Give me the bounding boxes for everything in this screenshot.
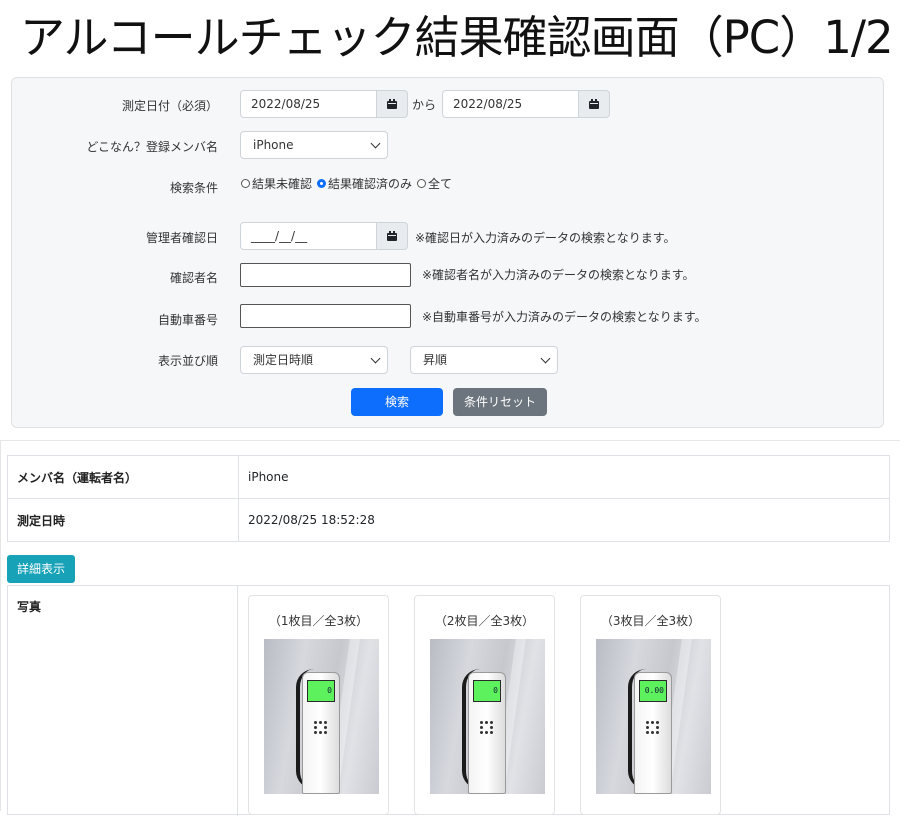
date-from-group: 2022/08/25 (240, 90, 408, 118)
date-to-input[interactable]: 2022/08/25 (442, 90, 579, 118)
calendar-icon (387, 231, 397, 241)
photo-row: 写真 （1枚目／全3枚） 0 （2枚目／全3枚） 0 （3枚目／全3枚） 0.0… (7, 585, 890, 816)
table-row: メンバ名（運転者名） iPhone (7, 455, 890, 499)
breathalyzer-image: 0.00 (634, 672, 672, 794)
photo-card[interactable]: （2枚目／全3枚） 0 (414, 595, 555, 815)
date-from-input[interactable]: 2022/08/25 (240, 90, 377, 118)
date-to-group: 2022/08/25 (442, 90, 610, 118)
condition-radio-group: 結果未確認 結果確認済のみ 全て (241, 175, 457, 192)
sort-order-select[interactable]: 昇順 (410, 346, 558, 374)
search-panel: 測定日付（必須） 2022/08/25 から 2022/08/25 どこなん？登… (11, 77, 884, 428)
radio-option-confirmed[interactable]: 結果確認済のみ (317, 175, 412, 192)
photo-card[interactable]: （3枚目／全3枚） 0.00 (580, 595, 721, 815)
condition-label: 検索条件 (169, 181, 218, 195)
radio-button-selected[interactable] (317, 179, 327, 188)
car-number-label: 自動車番号 (157, 313, 218, 327)
calendar-icon (387, 99, 397, 109)
confirmer-note: ※確認者名が入力済みのデータの検索となります。 (422, 268, 695, 282)
table-row: 測定日時 2022/08/25 18:52:28 (7, 498, 890, 542)
device-screen: 0 (473, 680, 501, 702)
radio-option-unconfirmed[interactable]: 結果未確認 (241, 175, 312, 192)
member-select-value: iPhone (253, 138, 294, 152)
member-select[interactable]: iPhone (240, 131, 388, 159)
date-to-calendar-button[interactable] (579, 90, 610, 118)
admin-date-label: 管理者確認日 (145, 231, 218, 245)
radio-label: 結果確認済のみ (328, 177, 413, 191)
photo-card[interactable]: （1枚目／全3枚） 0 (248, 595, 389, 815)
chevron-down-icon (540, 353, 551, 364)
sort-label: 表示並び順 (157, 354, 218, 368)
radio-button[interactable] (241, 179, 250, 188)
admin-date-group: ____/__/__ (240, 222, 408, 250)
chevron-down-icon (370, 138, 381, 149)
page-title: アルコールチェック結果確認画面（PC）1/2 (20, 11, 894, 64)
radio-option-all[interactable]: 全て (417, 175, 452, 192)
sort-field-value: 測定日時順 (253, 353, 314, 367)
date-from-calendar-button[interactable] (377, 90, 408, 118)
datetime-header: 測定日時 (7, 498, 239, 542)
radio-label: 全て (428, 177, 453, 191)
device-screen: 0.00 (639, 680, 667, 702)
photo-caption: （1枚目／全3枚） (268, 614, 369, 628)
search-button[interactable]: 検索 (351, 388, 443, 416)
member-label: どこなん？登録メンバ名 (86, 140, 218, 154)
datetime-value: 2022/08/25 18:52:28 (238, 498, 890, 542)
sort-order-value: 昇順 (423, 353, 448, 367)
result-table: メンバ名（運転者名） iPhone 測定日時 2022/08/25 18:52:… (7, 455, 890, 542)
photo-caption: （2枚目／全3枚） (434, 614, 535, 628)
member-header: メンバ名（運転者名） (7, 455, 239, 499)
reset-button[interactable]: 条件リセット (453, 388, 547, 416)
photo-header: 写真 (17, 600, 42, 614)
divider (237, 586, 238, 816)
admin-date-note: ※確認日が入力済みのデータの検索となります。 (415, 231, 676, 245)
date-label: 測定日付（必須） (121, 99, 218, 113)
breathalyzer-image: 0 (468, 672, 506, 794)
photo-image[interactable]: 0.00 (596, 639, 711, 794)
photo-caption: （3枚目／全3枚） (600, 614, 701, 628)
calendar-icon (589, 99, 599, 109)
breathalyzer-image: 0 (302, 672, 340, 794)
car-number-input[interactable] (240, 304, 411, 328)
confirmer-input[interactable] (240, 263, 411, 287)
sort-field-select[interactable]: 測定日時順 (240, 346, 388, 374)
date-range-separator: から (412, 98, 437, 112)
detail-button[interactable]: 詳細表示 (7, 555, 75, 583)
radio-label: 結果未確認 (252, 177, 313, 191)
confirmer-label: 確認者名 (169, 271, 218, 285)
member-value: iPhone (238, 455, 890, 499)
photo-image[interactable]: 0 (264, 639, 379, 794)
car-number-note: ※自動車番号が入力済みのデータの検索となります。 (422, 310, 707, 324)
device-screen: 0 (307, 680, 335, 702)
admin-date-input[interactable]: ____/__/__ (240, 222, 377, 250)
chevron-down-icon (370, 353, 381, 364)
radio-button[interactable] (417, 179, 427, 188)
admin-date-calendar-button[interactable] (377, 222, 408, 250)
photo-image[interactable]: 0 (430, 639, 545, 794)
